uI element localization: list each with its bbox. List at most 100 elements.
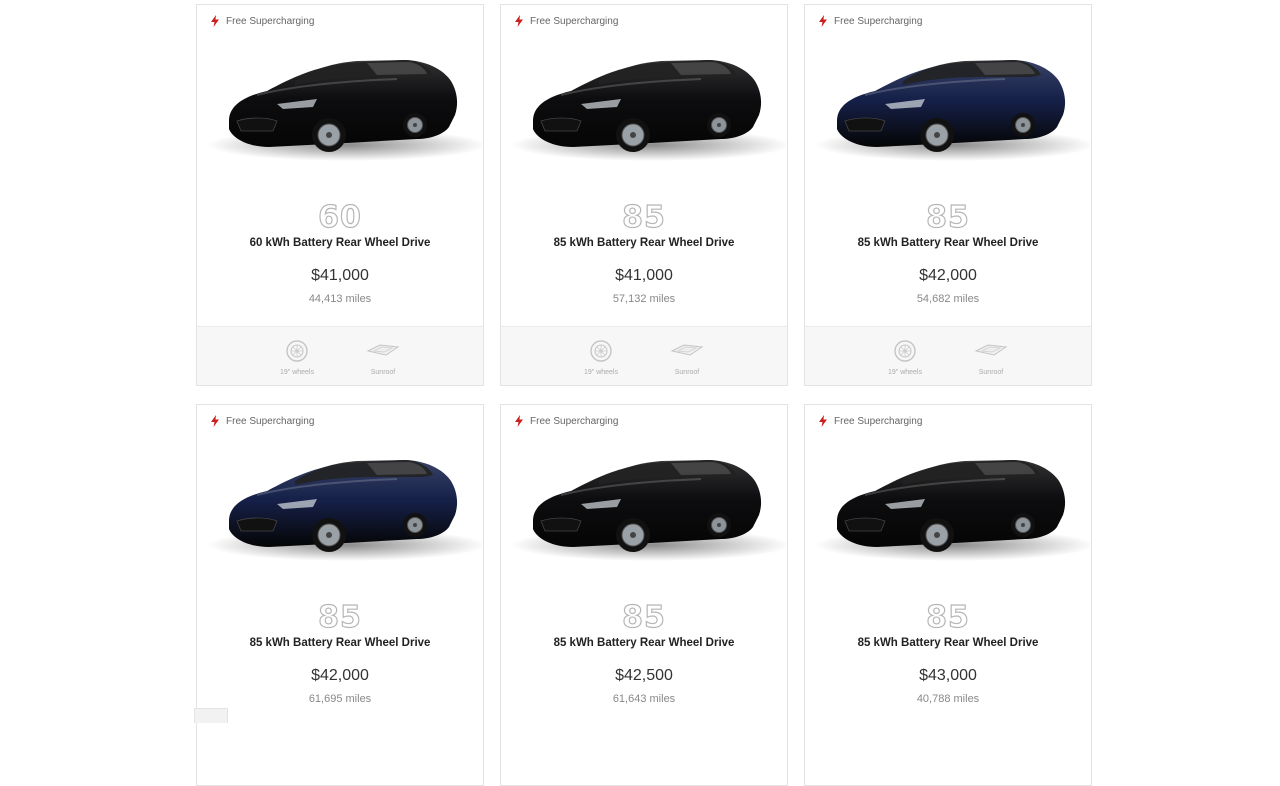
mileage: 61,643 miles [612, 693, 676, 705]
car-front-hub [934, 532, 940, 538]
supercharging-tag: Free Supercharging [818, 415, 922, 427]
car-front-hub [326, 132, 332, 138]
supercharging-tag: Free Supercharging [514, 415, 618, 427]
model-name: 85 kWh Battery Rear Wheel Drive [857, 237, 1039, 249]
supercharging-label: Free Supercharging [834, 415, 923, 427]
scroll-tab[interactable] [194, 708, 228, 723]
car-image[interactable] [501, 429, 787, 579]
features-bar: 19" wheels Sunroof [501, 326, 787, 385]
supercharging-tag: Free Supercharging [818, 15, 922, 27]
car-illustration [815, 60, 1091, 161]
battery-badge: 60 [318, 200, 362, 235]
mileage: 61,695 miles [308, 693, 372, 705]
battery-badge: 85 [318, 600, 362, 635]
car-rear-hub [413, 123, 417, 127]
listing-card[interactable]: Free Supercharging 85 85 kWh Battery Rea… [804, 4, 1092, 386]
price: $43,000 [919, 667, 977, 684]
model-name: 60 kWh Battery Rear Wheel Drive [249, 237, 431, 249]
feature-sunroof: Sunroof [961, 339, 1021, 376]
battery-badge: 85 [622, 600, 666, 635]
car-rear-hub [717, 523, 721, 527]
supercharging-label: Free Supercharging [530, 415, 619, 427]
listing-card[interactable]: Free Supercharging 85 85 kWh Battery Rea… [196, 404, 484, 786]
supercharging-label: Free Supercharging [834, 15, 923, 27]
sunroof-icon [974, 344, 1008, 356]
listing-grid: Free Supercharging 60 60 kWh Battery Rea… [196, 4, 1092, 786]
car-grille [236, 517, 278, 532]
supercharging-tag: Free Supercharging [514, 15, 618, 27]
car-grille [236, 117, 278, 132]
mileage: 57,132 miles [612, 293, 676, 305]
supercharging-tag: Free Supercharging [210, 15, 314, 27]
listing-card[interactable]: Free Supercharging 60 60 kWh Battery Rea… [196, 4, 484, 386]
car-rear-hub [1021, 123, 1025, 127]
supercharging-tag: Free Supercharging [210, 415, 314, 427]
price: $41,000 [615, 267, 673, 284]
mileage: 40,788 miles [916, 693, 980, 705]
price: $42,000 [311, 667, 369, 684]
model-name: 85 kWh Battery Rear Wheel Drive [553, 637, 735, 649]
lightning-bolt-icon [819, 415, 827, 427]
car-grille [844, 117, 886, 132]
car-grille [844, 517, 886, 532]
car-grille [540, 517, 582, 532]
mileage: 54,682 miles [916, 293, 980, 305]
car-front-hub [326, 532, 332, 538]
car-image[interactable] [805, 29, 1091, 179]
supercharging-label: Free Supercharging [226, 415, 315, 427]
wheel-icon [894, 340, 916, 362]
feature-sunroof-label: Sunroof [674, 369, 700, 376]
car-image[interactable] [501, 29, 787, 179]
feature-sunroof: Sunroof [657, 339, 717, 376]
feature-wheels: 19" wheels [571, 339, 631, 376]
price: $42,000 [919, 267, 977, 284]
wheel-icon [286, 340, 308, 362]
lightning-bolt-icon [515, 15, 523, 27]
model-name: 85 kWh Battery Rear Wheel Drive [857, 637, 1039, 649]
feature-wheels-label: 19" wheels [583, 369, 618, 376]
car-front-hub [630, 132, 636, 138]
car-grille [540, 117, 582, 132]
supercharging-label: Free Supercharging [530, 15, 619, 27]
supercharging-label: Free Supercharging [226, 15, 315, 27]
feature-sunroof-label: Sunroof [370, 369, 396, 376]
feature-wheels-label: 19" wheels [279, 369, 314, 376]
feature-wheels: 19" wheels [875, 339, 935, 376]
car-image[interactable] [197, 429, 483, 579]
feature-wheels: 19" wheels [267, 339, 327, 376]
sunroof-icon [670, 344, 704, 356]
car-front-hub [934, 132, 940, 138]
car-illustration [207, 60, 483, 161]
car-illustration [511, 460, 787, 561]
listing-card[interactable]: Free Supercharging 85 85 kWh Battery Rea… [804, 404, 1092, 786]
listing-card[interactable]: Free Supercharging 85 85 kWh Battery Rea… [500, 4, 788, 386]
car-image[interactable] [197, 29, 483, 179]
car-illustration [511, 60, 787, 161]
car-image[interactable] [805, 429, 1091, 579]
features-bar: 19" wheels Sunroof [805, 326, 1091, 385]
mileage: 44,413 miles [308, 293, 372, 305]
lightning-bolt-icon [819, 15, 827, 27]
sunroof-icon [366, 344, 400, 356]
wheel-icon [590, 340, 612, 362]
feature-sunroof-label: Sunroof [978, 369, 1004, 376]
feature-wheels-label: 19" wheels [887, 369, 922, 376]
car-front-hub [630, 532, 636, 538]
car-illustration [815, 460, 1091, 561]
model-name: 85 kWh Battery Rear Wheel Drive [249, 637, 431, 649]
car-rear-hub [413, 523, 417, 527]
listing-card[interactable]: Free Supercharging 85 85 kWh Battery Rea… [500, 404, 788, 786]
lightning-bolt-icon [515, 415, 523, 427]
car-rear-hub [717, 123, 721, 127]
car-rear-hub [1021, 523, 1025, 527]
features-bar: 19" wheels Sunroof [197, 326, 483, 385]
price: $41,000 [311, 267, 369, 284]
price: $42,500 [615, 667, 673, 684]
model-name: 85 kWh Battery Rear Wheel Drive [553, 237, 735, 249]
battery-badge: 85 [622, 200, 666, 235]
lightning-bolt-icon [211, 415, 219, 427]
feature-sunroof: Sunroof [353, 339, 413, 376]
lightning-bolt-icon [211, 15, 219, 27]
battery-badge: 85 [926, 600, 970, 635]
car-illustration [207, 460, 483, 561]
